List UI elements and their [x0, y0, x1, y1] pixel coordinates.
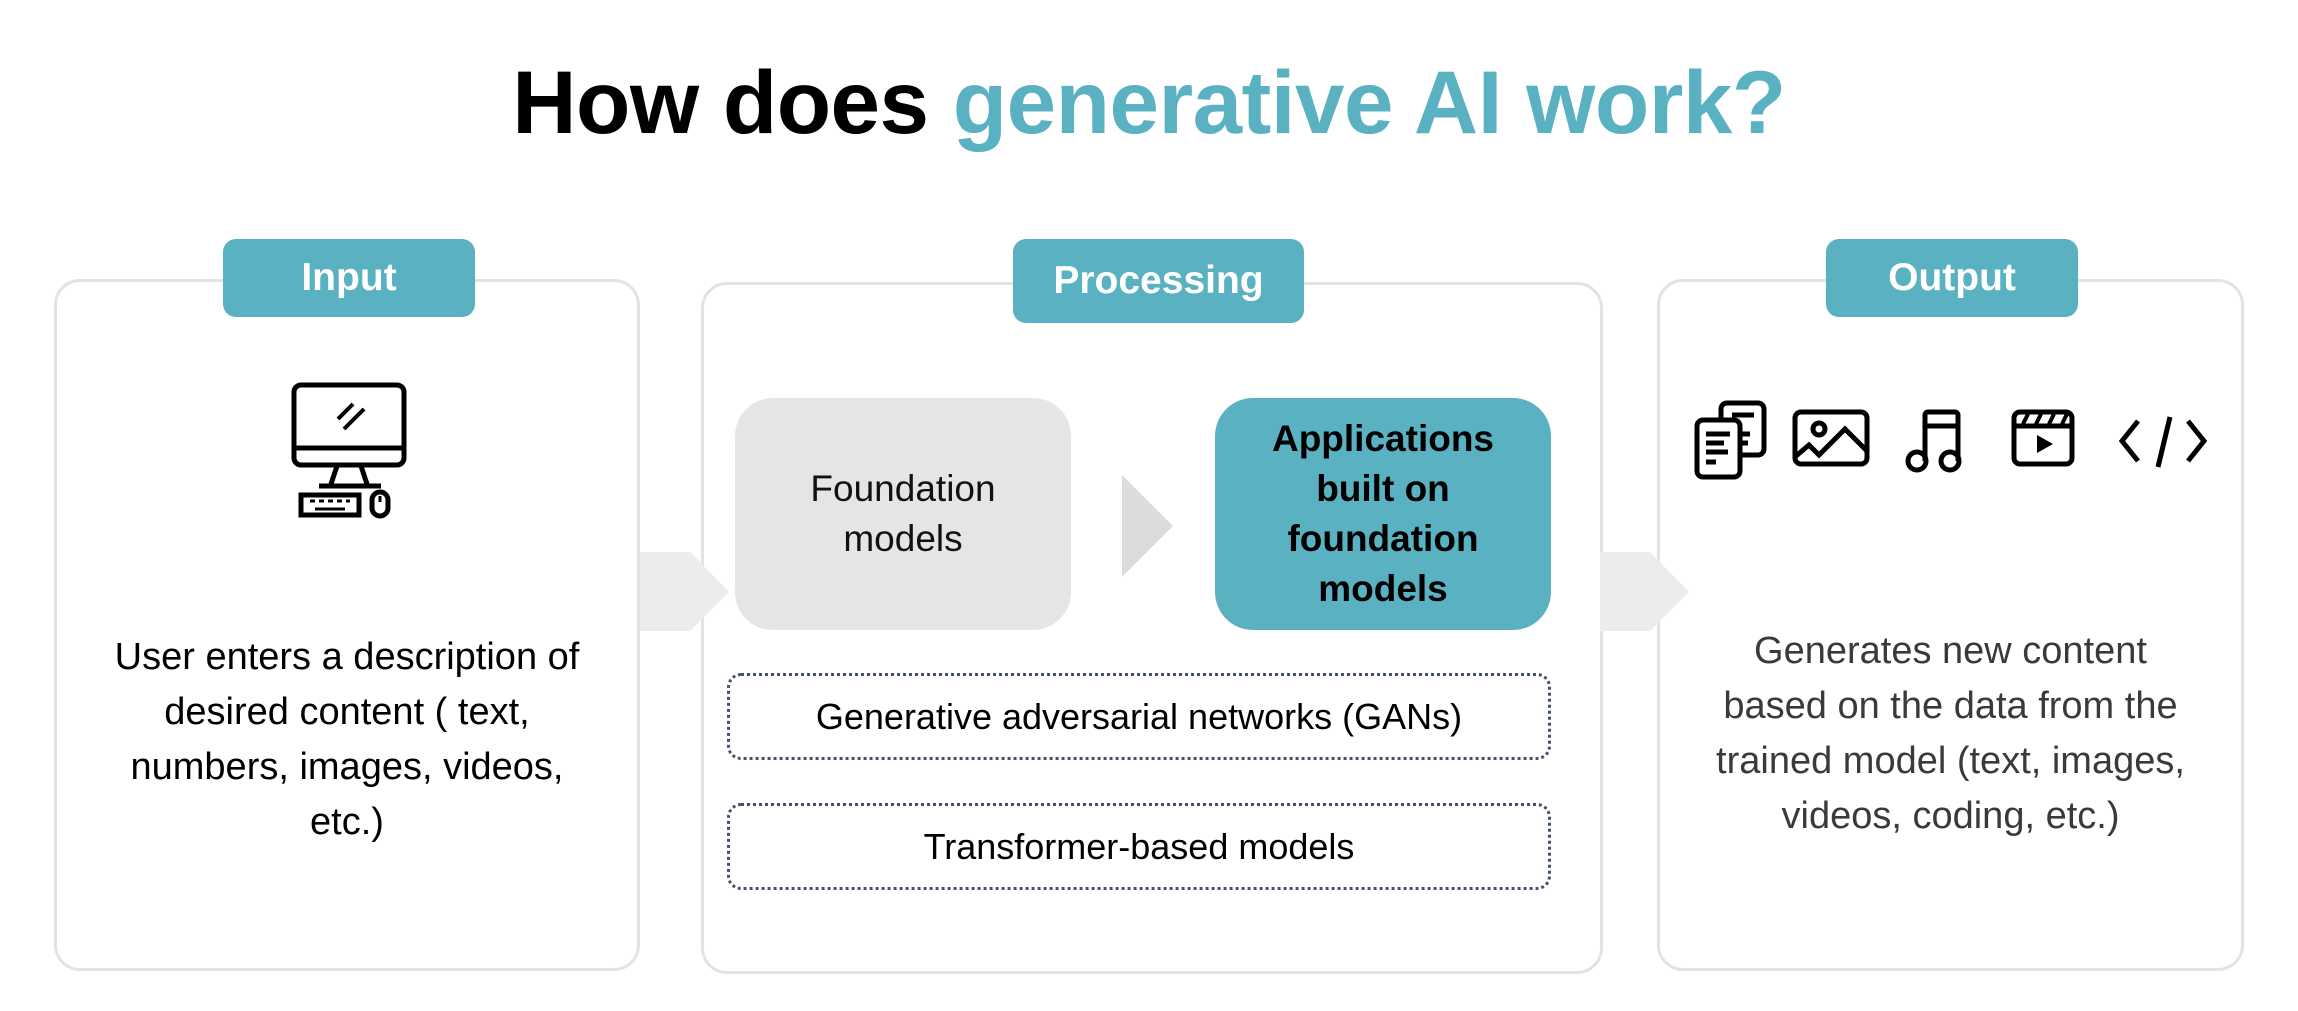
foundation-models-line: Foundation: [810, 468, 996, 509]
image-icon: [1792, 409, 1870, 467]
input-description-line: desired content ( text,: [164, 691, 530, 733]
foundation-models-box: Foundation models: [735, 398, 1071, 630]
applications-line: models: [1318, 568, 1448, 609]
processing-tab: Processing: [1013, 239, 1304, 323]
output-description-line: trained model (text, images,: [1716, 740, 2185, 782]
input-description-line: User enters a description of: [114, 636, 580, 678]
music-note-icon: [1905, 409, 1962, 473]
title-highlight: generative AI work?: [952, 52, 1786, 152]
gans-label: Generative adversarial networks (GANs): [815, 695, 1463, 737]
input-tab-label: Input: [301, 256, 397, 299]
output-description-line: videos, coding, etc.): [1781, 795, 2120, 837]
output-tab-label: Output: [1888, 256, 2016, 299]
input-tab: Input: [223, 239, 475, 317]
transformer-box: Transformer-based models: [727, 803, 1551, 890]
processing-tab-label: Processing: [1053, 259, 1264, 302]
page-title: How does generative AI work?: [0, 52, 2298, 152]
applications-box: Applications built on foundation models: [1215, 398, 1551, 630]
gans-box: Generative adversarial networks (GANs): [727, 673, 1551, 760]
input-description: User enters a description of desired con…: [54, 630, 640, 850]
applications-line: built on: [1316, 468, 1450, 509]
output-description: Generates new content based on the data …: [1657, 624, 2244, 844]
video-clapperboard-icon: [2011, 409, 2075, 467]
desktop-computer-icon: [291, 382, 407, 519]
output-description-line: Generates new content: [1754, 630, 2147, 672]
flow-triangle-icon: [1122, 475, 1173, 577]
code-icon: [2118, 416, 2208, 468]
applications-line: Applications: [1271, 418, 1495, 459]
transformer-label: Transformer-based models: [923, 825, 1355, 867]
applications-line: foundation: [1287, 518, 1479, 559]
input-description-line: etc.): [310, 801, 384, 843]
title-prefix: How does: [512, 52, 953, 152]
output-tab: Output: [1826, 239, 2078, 317]
flow-arrow-processing-to-output: [1600, 552, 1689, 631]
foundation-models-line: models: [843, 518, 963, 559]
documents-icon: [1694, 400, 1767, 480]
output-description-line: based on the data from the: [1723, 685, 2178, 727]
input-description-line: numbers, images, videos,: [130, 746, 564, 788]
flow-arrow-input-to-processing-tip: [640, 552, 729, 631]
